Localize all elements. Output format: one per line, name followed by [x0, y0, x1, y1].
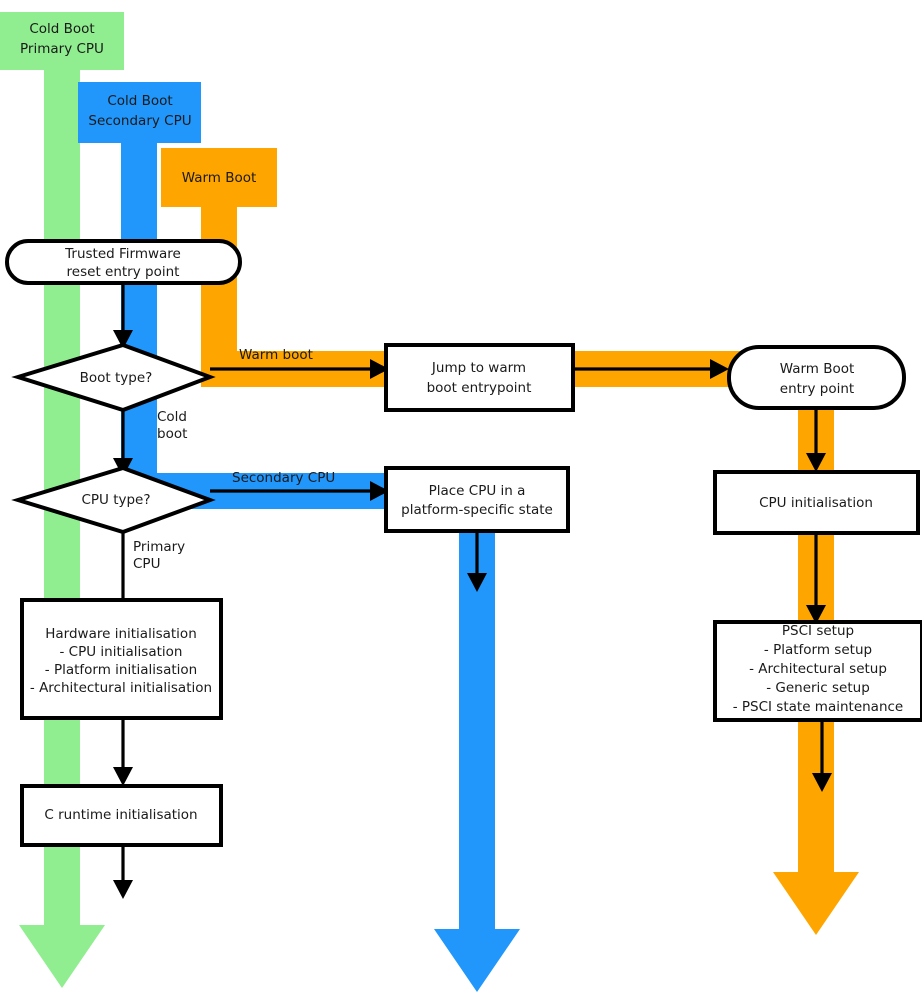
node-warm-entry-line2: entry point — [780, 381, 854, 397]
arrowhead-icon — [113, 880, 133, 899]
flow-band-warm-boot — [161, 148, 859, 935]
node-hardware-init-line1: Hardware initialisation — [45, 626, 197, 642]
node-psci-setup-line5: - PSCI state maintenance — [733, 699, 904, 715]
node-cpu-type-label: CPU type? — [81, 492, 150, 508]
node-jump-warm-shape — [384, 343, 575, 412]
edge-label-primary-cpu-line1: Primary — [133, 539, 185, 555]
node-warm-entry-shape — [727, 345, 906, 410]
edge-label-warm-boot: Warm boot — [239, 347, 313, 363]
node-c-runtime-initialisation[interactable]: C runtime initialisation — [20, 784, 223, 847]
node-hardware-init-line2: - CPU initialisation — [60, 644, 183, 660]
node-hardware-init-line4: - Architectural initialisation — [30, 680, 212, 696]
edge-label-cold-boot: Cold boot — [157, 409, 187, 442]
flow-band-blue-arrowhead — [434, 929, 520, 992]
flow-band-orange-arrowhead — [773, 872, 859, 935]
legend-cold-boot-primary-line1: Cold Boot — [29, 21, 94, 37]
edge-label-cold-boot-line2: boot — [157, 426, 187, 442]
node-hardware-initialisation[interactable]: Hardware initialisation - CPU initialisa… — [20, 598, 223, 720]
arrowhead-icon — [113, 767, 133, 786]
node-psci-setup-line3: - Architectural setup — [749, 661, 887, 677]
legend-warm-boot-line1: Warm Boot — [182, 170, 257, 186]
node-place-cpu-line1: Place CPU in a — [429, 483, 526, 499]
flow-band-cold-boot-secondary — [78, 82, 520, 992]
node-warm-boot-entry-point[interactable]: Warm Boot entry point — [727, 345, 906, 410]
connector-hardware-init-to-c-runtime — [113, 718, 133, 786]
node-psci-setup[interactable]: PSCI setup - Platform setup - Architectu… — [713, 620, 922, 722]
node-c-runtime-label: C runtime initialisation — [44, 807, 197, 823]
legend-cold-boot-secondary-line2: Secondary CPU — [88, 113, 191, 129]
connector-c-runtime-terminal — [113, 845, 133, 899]
node-place-cpu-shape — [384, 466, 570, 533]
node-warm-entry-line1: Warm Boot — [780, 361, 855, 377]
node-cpu-init-label: CPU initialisation — [759, 495, 873, 511]
edge-label-cold-boot-line1: Cold — [157, 409, 187, 425]
edge-label-primary-cpu: Primary CPU — [133, 539, 185, 572]
node-place-cpu-platform-state[interactable]: Place CPU in a platform-specific state — [384, 466, 570, 533]
node-jump-warm-line2: boot entrypoint — [427, 380, 532, 396]
node-cpu-initialisation[interactable]: CPU initialisation — [713, 470, 920, 535]
node-place-cpu-line2: platform-specific state — [401, 502, 553, 518]
node-jump-warm-line1: Jump to warm — [431, 360, 526, 376]
node-reset-entry-line2: reset entry point — [67, 264, 180, 280]
node-hardware-init-line3: - Platform initialisation — [45, 662, 197, 678]
edge-label-secondary-cpu: Secondary CPU — [232, 470, 335, 486]
edge-label-primary-cpu-line2: CPU — [133, 556, 160, 572]
legend-cold-boot-secondary-line1: Cold Boot — [107, 93, 172, 109]
node-psci-setup-line2: - Platform setup — [764, 642, 872, 658]
node-jump-to-warm-boot-entrypoint[interactable]: Jump to warm boot entrypoint — [384, 343, 575, 412]
node-boot-type-label: Boot type? — [80, 370, 153, 386]
node-psci-setup-line1: PSCI setup — [782, 623, 854, 639]
legend-cold-boot-primary-line2: Primary CPU — [20, 41, 104, 57]
node-psci-setup-line4: - Generic setup — [766, 680, 870, 696]
node-reset-entry-line1: Trusted Firmware — [64, 246, 181, 262]
legend-label-warm-boot: Warm Boot — [182, 170, 257, 186]
flow-band-blue-stem-upper — [121, 143, 157, 491]
flow-band-green-arrowhead — [19, 925, 105, 988]
boot-flow-diagram: Cold Boot Primary CPU Cold Boot Secondar… — [0, 12, 922, 992]
node-reset-entry[interactable]: Trusted Firmware reset entry point — [5, 239, 242, 285]
